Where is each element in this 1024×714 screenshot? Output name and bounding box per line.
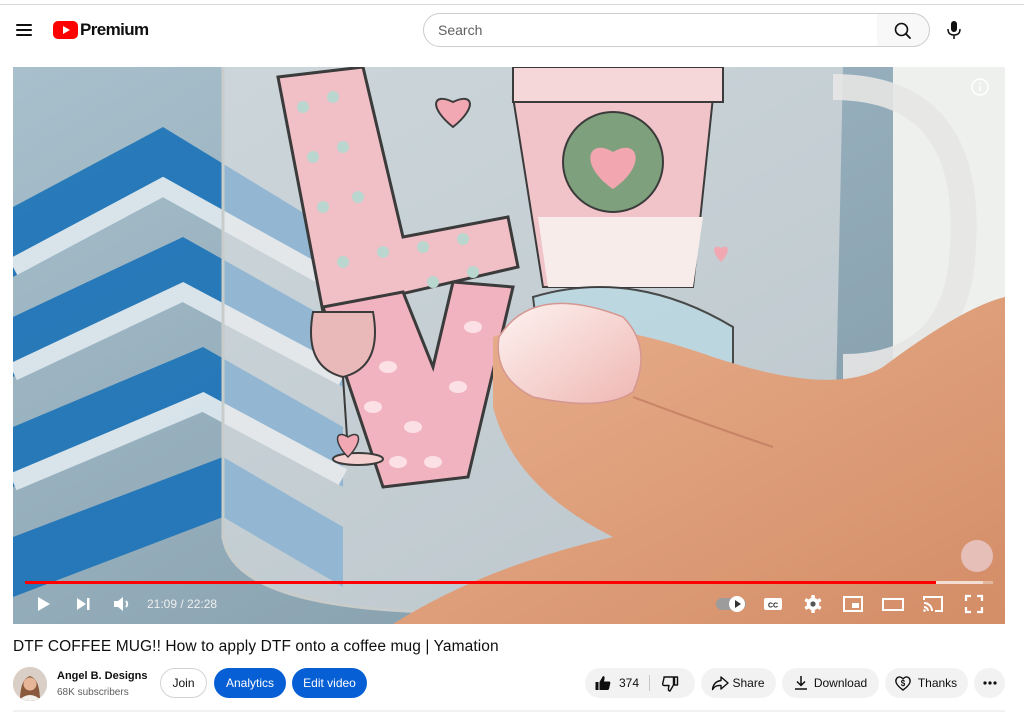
mic-icon xyxy=(947,21,961,39)
search-box xyxy=(423,13,878,47)
download-label: Download xyxy=(813,676,868,690)
avatar[interactable] xyxy=(13,667,47,701)
miniplayer-button[interactable] xyxy=(841,592,865,616)
fullscreen-icon xyxy=(964,594,984,614)
dislike-button[interactable] xyxy=(650,668,695,698)
volume-button[interactable] xyxy=(110,592,134,616)
analytics-button[interactable]: Analytics xyxy=(214,668,286,698)
video-frame xyxy=(13,67,1005,624)
youtube-logo-icon xyxy=(53,21,78,39)
settings-icon xyxy=(804,595,822,613)
masthead: Premium xyxy=(0,6,1024,54)
play-icon xyxy=(38,597,50,611)
subscriber-count: 68K subscribers xyxy=(57,687,129,698)
download-icon xyxy=(792,674,810,692)
progress-fill xyxy=(25,581,936,584)
share-icon xyxy=(711,674,729,692)
youtube-premium-logo[interactable]: Premium xyxy=(53,20,149,40)
next-button[interactable] xyxy=(71,592,95,616)
like-button[interactable]: 374 xyxy=(585,668,648,698)
settings-button[interactable] xyxy=(801,592,825,616)
next-icon xyxy=(77,598,90,610)
thumbs-up-icon xyxy=(594,674,612,692)
autoplay-toggle-icon[interactable] xyxy=(716,596,746,612)
download-button[interactable]: Download xyxy=(782,668,879,698)
search-button[interactable] xyxy=(877,13,930,47)
svg-text:CC: CC xyxy=(768,603,778,610)
miniplayer-icon xyxy=(843,596,863,612)
video-title: DTF COFFEE MUG!! How to apply DTF onto a… xyxy=(13,638,499,655)
fullscreen-button[interactable] xyxy=(962,592,986,616)
thanks-label: Thanks xyxy=(917,676,958,690)
theater-icon xyxy=(882,598,904,611)
channel-name[interactable]: Angel B. Designs xyxy=(57,670,147,682)
captions-icon: CC xyxy=(764,598,782,610)
video-player[interactable]: 21:09 / 22:28 CC xyxy=(13,67,1005,624)
volume-icon xyxy=(114,597,129,611)
like-dislike-group: 374 xyxy=(585,668,695,698)
top-border xyxy=(0,4,1024,5)
logo-text: Premium xyxy=(80,20,149,39)
section-divider xyxy=(13,710,1005,712)
time-display: 21:09 / 22:28 xyxy=(147,597,218,611)
join-button[interactable]: Join xyxy=(160,668,207,698)
more-icon xyxy=(982,681,997,685)
thumbs-down-icon xyxy=(661,675,679,693)
voice-search-button[interactable] xyxy=(938,13,970,47)
avatar-image xyxy=(13,667,47,701)
thanks-icon: $ xyxy=(894,674,912,692)
like-count: 374 xyxy=(619,676,640,690)
progress-bar[interactable] xyxy=(25,581,993,584)
search-input[interactable] xyxy=(438,22,877,38)
autoplay-knob xyxy=(729,596,745,612)
thanks-button[interactable]: $ Thanks xyxy=(885,668,968,698)
theater-mode-button[interactable] xyxy=(881,592,905,616)
edit-video-button[interactable]: Edit video xyxy=(292,668,367,698)
info-icon[interactable] xyxy=(971,78,989,96)
cast-icon xyxy=(923,596,943,612)
menu-icon[interactable] xyxy=(12,18,36,42)
captions-button[interactable]: CC xyxy=(761,592,785,616)
share-button[interactable]: Share xyxy=(701,668,776,698)
search-icon xyxy=(894,22,911,39)
play-button[interactable] xyxy=(31,592,55,616)
progress-buffer xyxy=(936,581,983,584)
svg-text:$: $ xyxy=(901,679,906,688)
cast-button[interactable] xyxy=(921,592,945,616)
channel-watermark[interactable] xyxy=(961,540,993,572)
more-actions-button[interactable] xyxy=(974,668,1005,698)
share-label: Share xyxy=(732,676,765,690)
